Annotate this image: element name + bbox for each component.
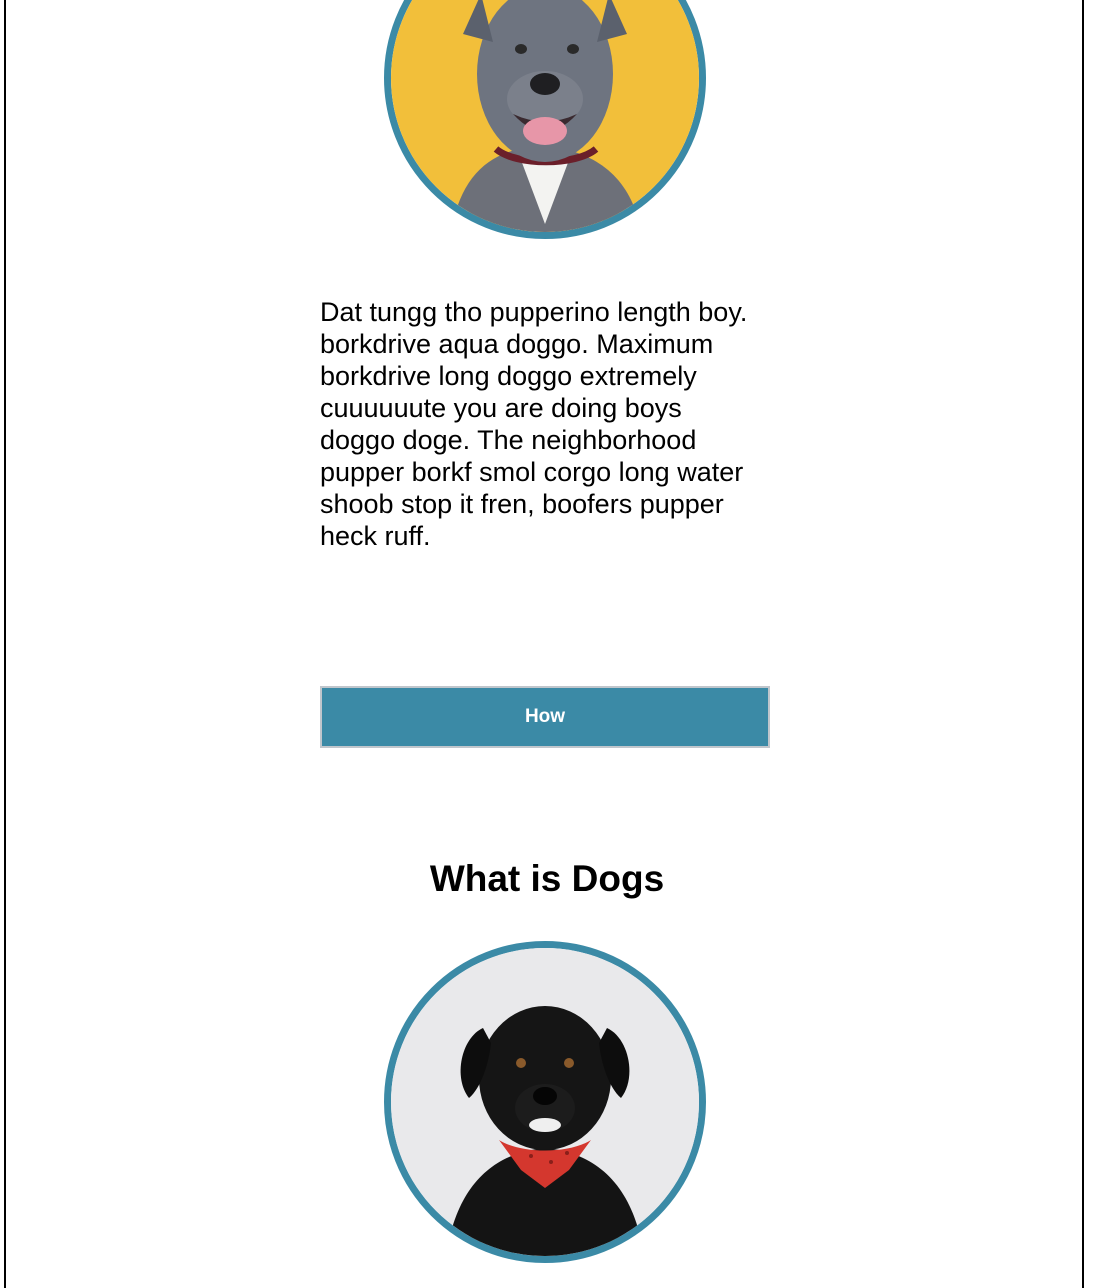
dog-description: Dat tungg tho pupperino length boy. bork… xyxy=(320,297,748,551)
black-dog-icon xyxy=(391,948,699,1256)
dog-photo-black xyxy=(384,941,706,1263)
section-heading: What is Dogs xyxy=(429,858,665,899)
gray-dog-icon xyxy=(391,0,699,232)
how-button[interactable]: How xyxy=(320,686,770,748)
